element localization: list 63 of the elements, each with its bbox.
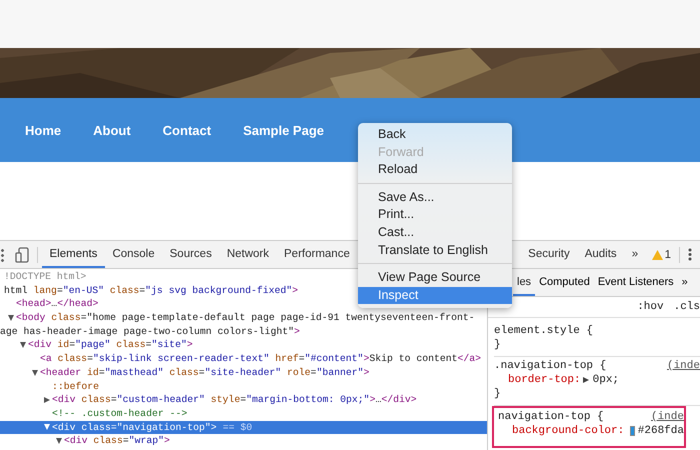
tab[interactable]: »	[624, 241, 646, 268]
closing-brace: }	[494, 338, 502, 352]
expanded-arrow-icon[interactable]	[56, 438, 62, 444]
code-line: <head>…</head>	[16, 297, 98, 312]
code-line: age has-header-image page-two-column colors-light">	[0, 324, 300, 338]
nav-link[interactable]: Home	[25, 122, 62, 138]
tab[interactable]: Sources	[162, 241, 220, 268]
menu-item[interactable]: View Page Source	[358, 269, 512, 287]
menu-item[interactable]: Translate to English	[358, 242, 512, 260]
tab[interactable]: Event Listeners	[594, 269, 678, 296]
tab[interactable]: Elements	[42, 241, 105, 268]
selection-marker: == $0	[222, 420, 252, 434]
code-line: <a class="skip-link screen-reader-text" href="#content">Skip to content</a>	[40, 352, 482, 366]
selected-row[interactable]: <div class="navigation-top"> == $0	[0, 420, 487, 434]
expanded-arrow-icon[interactable]	[32, 370, 38, 376]
menu-item[interactable]: Cast...	[358, 224, 512, 242]
warning-count[interactable]: 1	[664, 248, 671, 260]
code-line: html lang="en-US" class="js svg background-fixed">	[4, 284, 298, 298]
color-swatch[interactable]	[630, 426, 635, 436]
more-icon[interactable]	[688, 248, 692, 261]
collapsed-arrow-icon[interactable]	[44, 397, 50, 404]
tab[interactable]: Console	[104, 241, 162, 268]
code-line: <!-- .custom-header -->	[52, 406, 188, 421]
menu-item[interactable]: Print...	[358, 206, 512, 224]
tab[interactable]: Network	[219, 241, 277, 268]
menu-item[interactable]: Inspect	[358, 286, 512, 304]
menu-icon[interactable]	[0, 248, 5, 262]
css-selector: .navigation-top {	[494, 359, 608, 373]
nav-link[interactable]: Sample Page	[243, 122, 324, 138]
device-icon[interactable]	[15, 246, 29, 262]
tab[interactable]: Audits	[577, 241, 624, 268]
code-line: <div id="page" class="site">	[28, 338, 193, 352]
property-name: background-color:	[512, 424, 624, 438]
code-line: <body class="home page-template-default page page-id-91 twentyseventeen-front-	[16, 311, 475, 325]
property-value: 0px;	[592, 373, 620, 387]
code-line: !DOCTYPE html>	[4, 270, 86, 284]
source-link[interactable]: (inde	[650, 410, 684, 424]
nav-link[interactable]: Contact	[162, 122, 212, 138]
expanded-arrow-icon[interactable]	[20, 342, 26, 348]
menu-item[interactable]: Back	[358, 126, 512, 144]
tab[interactable]: »	[678, 269, 692, 296]
code-line: ::before	[52, 380, 100, 394]
nav-link[interactable]: About	[93, 122, 131, 138]
expanded-arrow-icon[interactable]	[8, 314, 14, 321]
filter-toggle[interactable]: .cls	[674, 301, 700, 313]
tab[interactable]: Performance	[276, 241, 350, 268]
tab[interactable]: Security	[520, 241, 578, 268]
warning-icon	[652, 250, 663, 260]
closing-brace: }	[494, 387, 502, 401]
code-line: <div class="wrap">	[64, 434, 170, 448]
property-value: #268fda	[638, 424, 684, 438]
property-name: border-top:	[508, 373, 581, 387]
code-line: <div class="custom-header" style="margin-bottom: 0px;">…</div>	[52, 393, 417, 407]
menu-item[interactable]: Save As...	[358, 188, 512, 206]
code-line: <div class="navigation-top">	[52, 420, 217, 434]
source-link[interactable]: (inde	[666, 359, 700, 373]
tab[interactable]: Computed	[535, 269, 594, 296]
filter-toggle[interactable]: :hov	[637, 301, 664, 313]
code-line: <header id="masthead" class="site-header" role="banner">	[40, 366, 370, 380]
menu-item[interactable]: Reload	[358, 161, 512, 179]
expand-arrow-icon[interactable]	[582, 377, 589, 383]
css-selector: navigation-top {	[498, 410, 605, 424]
css-selector: element.style {	[494, 324, 594, 338]
